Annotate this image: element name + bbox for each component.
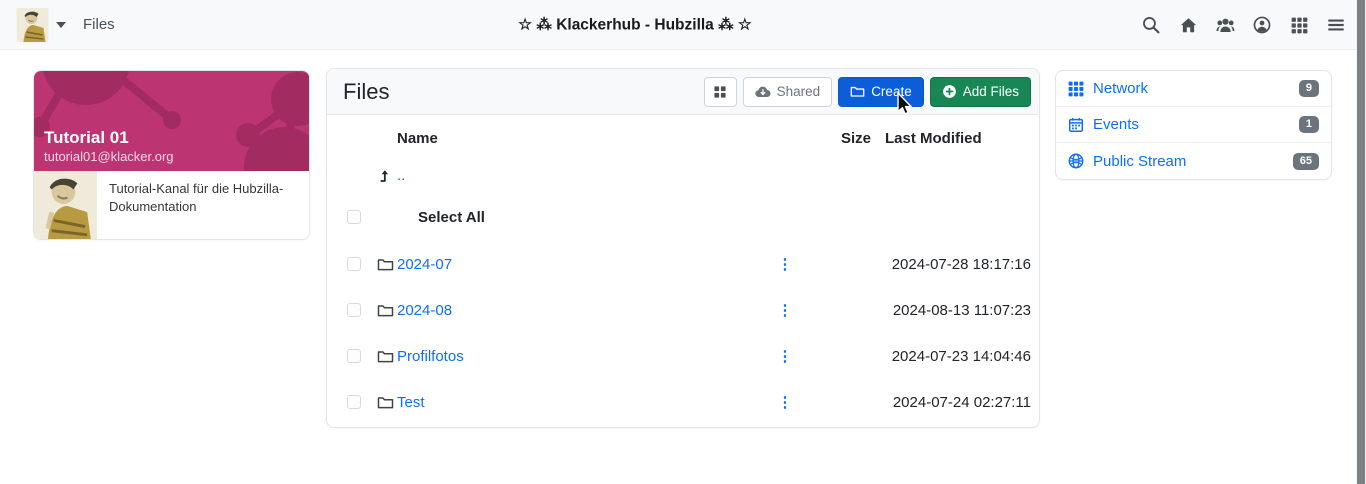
network-grid-icon xyxy=(1068,81,1084,97)
row-menu-icon[interactable]: ⋮ xyxy=(778,394,793,411)
file-modified: 2024-07-24 02:27:11 xyxy=(892,393,1031,411)
row-checkbox[interactable] xyxy=(347,395,361,409)
sidebar-item-label: Public Stream xyxy=(1093,152,1187,170)
navbar-left: Files xyxy=(16,7,115,42)
view-grid-button[interactable] xyxy=(703,76,737,107)
plus-circle-icon xyxy=(942,85,956,98)
row-checkbox[interactable] xyxy=(347,257,361,271)
avatar xyxy=(16,7,49,42)
table-header-row: Name Size Last Modified xyxy=(335,119,1031,157)
folder-link[interactable]: Profilfotos xyxy=(397,348,464,365)
row-checkbox[interactable] xyxy=(347,349,361,363)
channel-menu-button[interactable] xyxy=(16,7,66,42)
select-all-label: Select All xyxy=(418,208,485,226)
channel-banner: Tutorial 01 tutorial01@klacker.org xyxy=(34,71,309,171)
shared-button-label: Shared xyxy=(776,84,821,99)
column-header-size: Size xyxy=(840,129,871,147)
search-icon[interactable] xyxy=(1140,14,1162,36)
cloud-download-icon xyxy=(754,86,771,97)
navbar-icons xyxy=(1140,0,1347,50)
folder-icon xyxy=(373,256,397,273)
channel-card: Tutorial 01 tutorial01@klacker.org Tutor… xyxy=(33,70,310,240)
avatar-image xyxy=(16,7,49,42)
files-panel-header: Files Shared Create Add Files xyxy=(327,69,1039,115)
folder-icon xyxy=(850,86,865,97)
scrollbar-thumb[interactable] xyxy=(1357,0,1365,484)
parent-dir-link[interactable]: .. xyxy=(397,167,405,184)
shared-button[interactable]: Shared xyxy=(742,76,833,107)
calendar-icon xyxy=(1068,117,1084,133)
folder-icon xyxy=(373,348,397,365)
row-menu-icon[interactable]: ⋮ xyxy=(778,256,793,273)
count-badge: 9 xyxy=(1298,80,1319,97)
sidebar-item-network[interactable]: Network 9 xyxy=(1056,71,1331,107)
grid-view-icon xyxy=(714,85,726,98)
avatar-image xyxy=(34,171,97,239)
parent-dir-row: .. xyxy=(335,157,1031,193)
add-files-button-label: Add Files xyxy=(962,84,1019,99)
create-button[interactable]: Create xyxy=(838,76,924,107)
app-link-files[interactable]: Files xyxy=(83,16,115,33)
file-modified: 2024-07-28 18:17:16 xyxy=(891,255,1031,273)
folder-link[interactable]: 2024-07 xyxy=(397,256,452,273)
count-badge: 1 xyxy=(1298,116,1319,133)
account-icon[interactable] xyxy=(1251,14,1273,36)
page-title: Files xyxy=(343,78,390,104)
row-menu-icon[interactable]: ⋮ xyxy=(778,302,793,319)
caret-down-icon xyxy=(56,21,66,28)
folder-icon xyxy=(373,394,397,411)
table-row: 2024-08 ⋮ 2024-08-13 11:07:23 xyxy=(335,287,1031,333)
sidebar-item-events[interactable]: Events 1 xyxy=(1056,107,1331,143)
sidebar-item-label: Network xyxy=(1093,80,1149,97)
row-checkbox[interactable] xyxy=(347,303,361,317)
create-button-label: Create xyxy=(871,84,912,99)
channel-address: tutorial01@klacker.org xyxy=(44,149,174,164)
home-icon[interactable] xyxy=(1177,14,1199,36)
level-up-icon xyxy=(373,168,397,183)
column-header-name: Name xyxy=(397,129,438,147)
table-row: Profilfotos ⋮ 2024-07-23 14:04:46 xyxy=(335,333,1031,379)
channel-avatar xyxy=(34,171,97,239)
channel-info: Tutorial-Kanal für die Hubzilla-Dokument… xyxy=(34,171,309,239)
table-row: Test ⋮ 2024-07-24 02:27:11 xyxy=(335,379,1031,425)
folder-link[interactable]: 2024-08 xyxy=(397,302,452,319)
channel-name: Tutorial 01 xyxy=(44,127,129,147)
page: Files ☆ ⁂ Klackerhub - Hubzilla ⁂ ☆ Tuto… xyxy=(0,0,1366,484)
files-panel: Files Shared Create Add Files Name Size … xyxy=(326,68,1040,428)
scrollbar-track[interactable] xyxy=(1356,0,1366,484)
select-all-row: Select All xyxy=(335,193,1031,241)
channel-description: Tutorial-Kanal für die Hubzilla-Dokument… xyxy=(109,181,284,215)
row-menu-icon[interactable]: ⋮ xyxy=(778,348,793,365)
menu-icon[interactable] xyxy=(1325,14,1347,36)
folder-link[interactable]: Test xyxy=(397,394,425,411)
apps-grid-icon[interactable] xyxy=(1288,14,1310,36)
navbar: Files ☆ ⁂ Klackerhub - Hubzilla ⁂ ☆ xyxy=(0,0,1366,50)
column-header-modified: Last Modified xyxy=(885,129,982,147)
globe-icon xyxy=(1068,153,1084,169)
table-row: 2024-07 ⋮ 2024-07-28 18:17:16 xyxy=(335,241,1031,287)
group-icon[interactable] xyxy=(1214,14,1236,36)
add-files-button[interactable]: Add Files xyxy=(929,76,1031,107)
right-sidebar: Network 9 Events 1 Public Stream 65 xyxy=(1055,70,1332,180)
select-all-checkbox[interactable] xyxy=(347,210,361,224)
file-modified: 2024-07-23 14:04:46 xyxy=(891,347,1031,365)
file-modified: 2024-08-13 11:07:23 xyxy=(892,301,1031,319)
site-title: ☆ ⁂ Klackerhub - Hubzilla ⁂ ☆ xyxy=(518,16,752,33)
banner-text: Tutorial 01 tutorial01@klacker.org xyxy=(44,127,174,164)
files-toolbar: Shared Create Add Files xyxy=(703,76,1031,107)
folder-icon xyxy=(373,302,397,319)
sidebar-item-label: Events xyxy=(1093,116,1139,133)
count-badge: 65 xyxy=(1292,152,1319,170)
sidebar-item-public-stream[interactable]: Public Stream 65 xyxy=(1056,143,1331,179)
files-table: Name Size Last Modified .. Select All 20… xyxy=(327,115,1039,425)
